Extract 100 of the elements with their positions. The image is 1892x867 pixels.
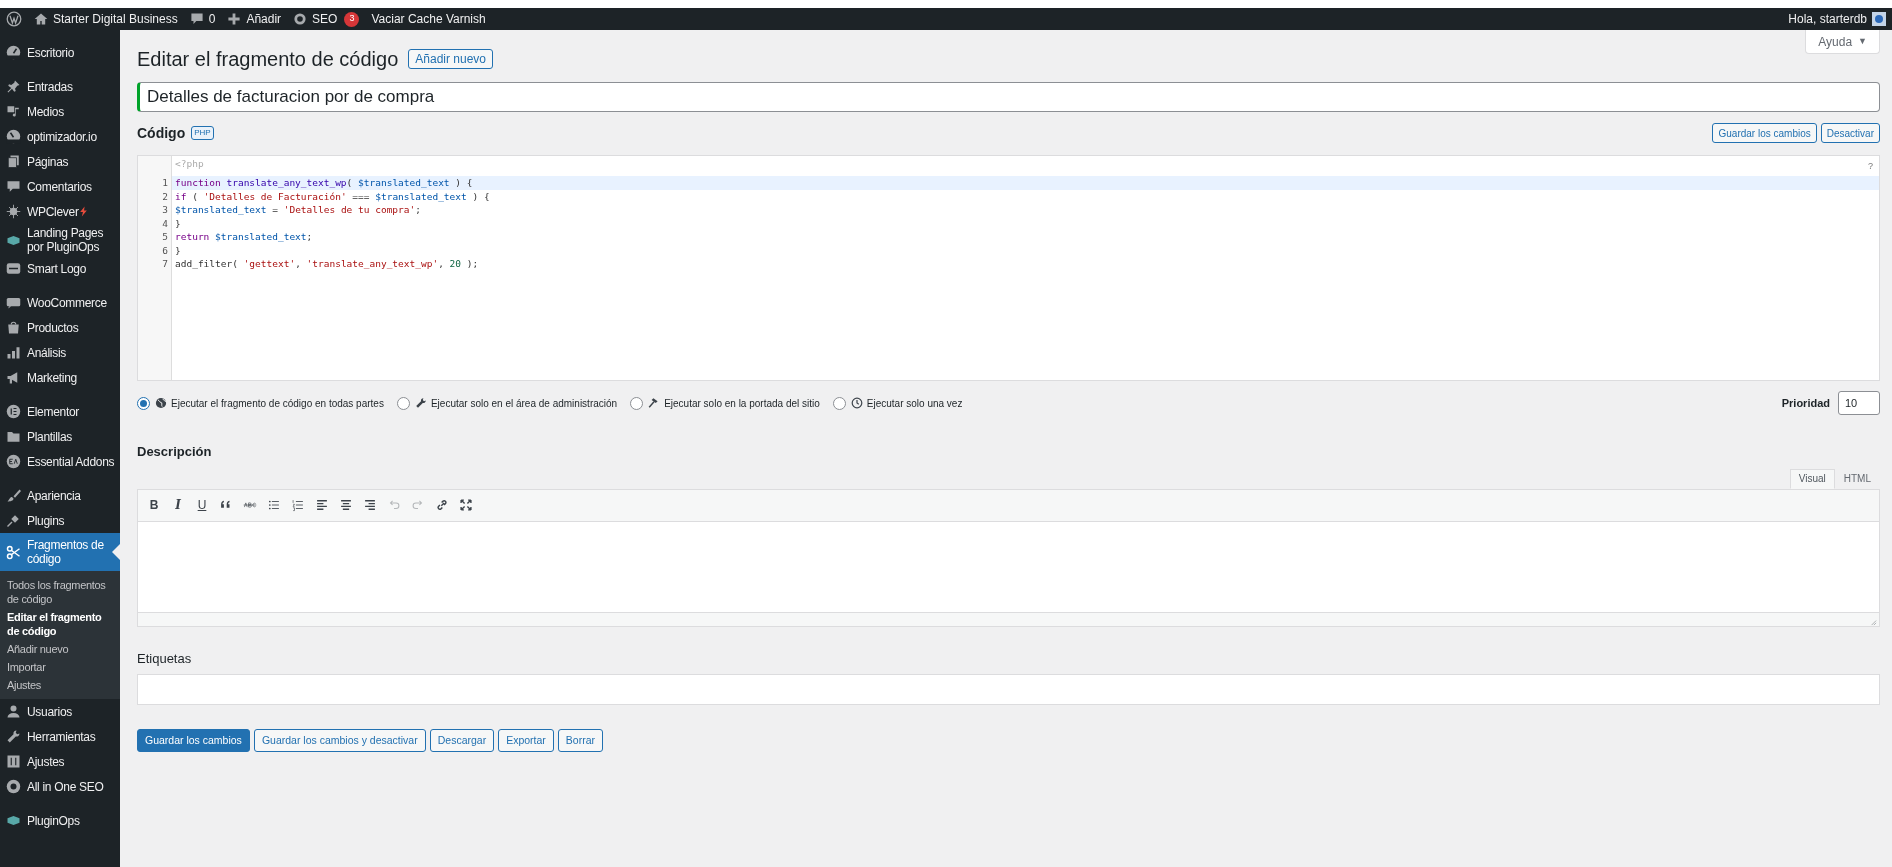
radio-button[interactable] — [137, 396, 150, 410]
submenu-item[interactable]: Todos los fragmentos de código — [0, 576, 120, 608]
globe-icon — [155, 397, 167, 409]
plus-icon — [227, 12, 242, 26]
sidebar-item[interactable]: Elementor — [0, 399, 120, 424]
sidebar-item[interactable]: Landing Pages por PluginOps — [0, 224, 120, 256]
paintbrush-icon — [6, 488, 21, 503]
line-number: 5 — [162, 230, 168, 244]
sidebar-item[interactable]: PluginOps — [0, 808, 120, 833]
chain-link-icon[interactable] — [435, 498, 449, 512]
format-button[interactable]: I — [168, 495, 188, 515]
sidebar-item[interactable]: Escritorio — [0, 40, 120, 65]
hexagon-icon — [6, 813, 21, 828]
sidebar-item[interactable]: All in One SEO — [0, 774, 120, 799]
section-heading: Etiquetas — [137, 649, 193, 668]
scope-option[interactable]: Ejecutar solo una vez — [832, 395, 963, 411]
line-number: 4 — [162, 216, 168, 230]
clock-icon — [850, 397, 863, 409]
line-number: 2 — [162, 189, 168, 203]
align-right-icon[interactable] — [363, 498, 377, 512]
sidebar-item[interactable]: Marketing — [0, 365, 120, 390]
code-prefix: <?php — [174, 157, 204, 171]
fullscreen-icon[interactable] — [459, 498, 473, 512]
action-button[interactable]: Exportar — [498, 729, 554, 752]
sidebar-item[interactable]: Medios — [0, 99, 120, 124]
sidebar-item[interactable]: Productos — [0, 315, 120, 340]
submenu-item[interactable]: Añadir nuevo — [0, 640, 120, 658]
submenu-item[interactable]: Importar — [0, 658, 120, 676]
section-heading: Descripción — [137, 443, 213, 461]
deactivate-button[interactable]: Desactivar — [1820, 123, 1880, 143]
line-number: 6 — [162, 243, 168, 257]
bulleted-list-icon[interactable] — [267, 498, 281, 512]
site-link[interactable]: Starter Digital Business — [34, 10, 178, 28]
language-badge: PHP — [191, 126, 214, 140]
sidebar-item[interactable]: Herramientas — [0, 724, 120, 749]
speech-bubble-icon — [6, 179, 21, 194]
sidebar-item[interactable]: WooCommerce — [0, 290, 120, 315]
submenu-item[interactable]: Ajustes — [0, 676, 120, 694]
align-center-icon[interactable] — [339, 498, 353, 512]
sidebar-item[interactable]: Plantillas — [0, 424, 120, 449]
gauge-icon — [6, 129, 21, 144]
code-line: $translated_text = 'Detalles de tu compra'; — [174, 203, 422, 217]
help-mark: ? — [1868, 160, 1873, 173]
speech-box-icon — [6, 295, 21, 310]
save-button[interactable]: Guardar los cambios — [1712, 123, 1817, 143]
editor-tab[interactable]: Visual — [1789, 468, 1835, 489]
gauge-icon — [6, 45, 21, 60]
cache-link[interactable]: Vaciar Cache Varnish — [371, 10, 486, 28]
bar-chart-icon — [6, 345, 21, 360]
submenu-item[interactable]: Editar el fragmento de código — [0, 608, 120, 640]
sidebar-item[interactable]: Essential Addons — [0, 449, 120, 474]
priority-field[interactable]: 10 — [1838, 391, 1880, 415]
align-left-icon[interactable] — [315, 498, 329, 512]
sidebar-item[interactable]: optimizador.io — [0, 124, 120, 149]
sidebar-item[interactable]: Entradas — [0, 74, 120, 99]
wordpress-logo-icon — [6, 11, 22, 27]
radio-button[interactable] — [630, 396, 644, 410]
comments-link[interactable]: 0 — [189, 10, 216, 28]
code-line: return $translated_text; — [174, 230, 314, 244]
sidebar-item[interactable]: Ajustes — [0, 749, 120, 774]
scope-option[interactable]: Ejecutar solo en el área de administración — [396, 395, 618, 411]
sidebar-item[interactable]: Páginas — [0, 149, 120, 174]
sidebar-item[interactable]: Plugins — [0, 508, 120, 533]
notification-count: 3 — [344, 11, 360, 27]
radio-button[interactable] — [396, 396, 410, 410]
scope-option[interactable]: Ejecutar solo en la portada del sitio — [630, 395, 820, 411]
spiky-ball-icon — [6, 204, 21, 219]
format-button[interactable]: U — [192, 495, 212, 515]
sidebar-item[interactable]: Análisis — [0, 340, 120, 365]
action-button[interactable]: Guardar los cambios y desactivar — [253, 729, 426, 752]
wrench-icon — [6, 729, 21, 744]
action-button[interactable]: Descargar — [429, 729, 495, 752]
help-tab[interactable]: Ayuda ▼ — [1805, 30, 1880, 54]
code-line: if ( 'Detalles de Facturación' === $translated_text ) { — [174, 189, 491, 203]
scope-option[interactable]: Ejecutar el fragmento de código en todas partes — [137, 395, 384, 411]
line-number: 7 — [162, 257, 168, 271]
circle-lines-icon — [6, 404, 21, 419]
camera-music-icon — [6, 104, 21, 119]
add-new-button[interactable]: Añadir nuevo — [408, 49, 493, 69]
title-field[interactable]: Detalles de facturacion por de compra — [137, 82, 1880, 112]
action-button[interactable]: Guardar los cambios — [137, 729, 250, 752]
action-button[interactable]: Borrar — [557, 729, 603, 752]
account-link[interactable]: Hola, starterdb — [1788, 10, 1886, 28]
sidebar-item[interactable]: WPClever — [0, 199, 120, 224]
sidebar-item[interactable]: Comentarios — [0, 174, 120, 199]
tags-field[interactable] — [137, 674, 1880, 705]
add-new-link[interactable]: Añadir — [227, 10, 282, 28]
sidebar-item[interactable]: Usuarios — [0, 699, 120, 724]
radio-button[interactable] — [832, 396, 846, 410]
seo-link[interactable]: SEO 3 — [293, 10, 360, 28]
sidebar-item[interactable]: Smart Logo — [0, 256, 120, 281]
sliders-icon — [6, 754, 21, 769]
pages-icon — [6, 154, 21, 169]
sidebar-item[interactable]: Fragmentos de código — [0, 533, 120, 571]
plug-icon — [6, 513, 21, 528]
format-button[interactable]: B — [144, 495, 164, 515]
sidebar-item[interactable]: Apariencia — [0, 483, 120, 508]
numbered-list-icon[interactable] — [291, 498, 305, 512]
folder-icon — [6, 429, 21, 444]
speech-bubble-icon — [189, 12, 204, 26]
